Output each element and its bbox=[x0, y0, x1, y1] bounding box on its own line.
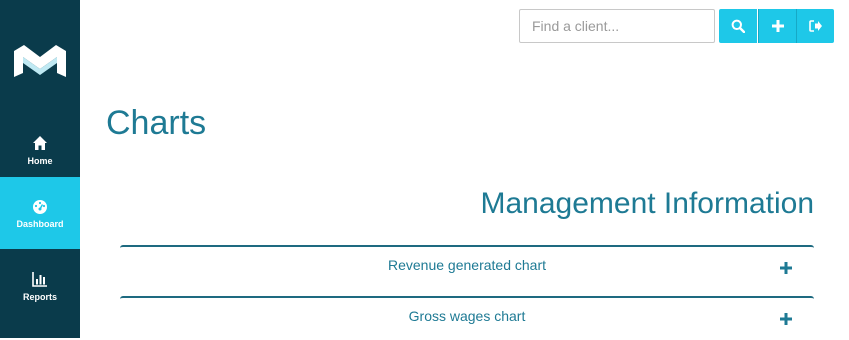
search-icon bbox=[731, 19, 745, 33]
sidebar: Home Dashboard Reports bbox=[0, 0, 80, 338]
sidebar-item-label: Home bbox=[27, 155, 53, 166]
logout-icon bbox=[809, 20, 822, 32]
revenue-chart-panel[interactable]: Revenue generated chart bbox=[120, 245, 814, 289]
logo-icon bbox=[14, 45, 66, 77]
dashboard-icon bbox=[33, 199, 47, 214]
sidebar-item-reports[interactable]: Reports bbox=[0, 250, 80, 322]
panel-title: Gross wages chart bbox=[408, 308, 526, 324]
plus-icon bbox=[771, 20, 784, 32]
search-button[interactable] bbox=[719, 9, 757, 43]
sidebar-item-label: Dashboard bbox=[16, 218, 64, 229]
panel-title: Revenue generated chart bbox=[388, 257, 546, 273]
section-title: Management Information bbox=[480, 187, 814, 220]
sidebar-item-label: Reports bbox=[22, 291, 57, 302]
gross-wages-chart-panel[interactable]: Gross wages chart bbox=[120, 296, 814, 340]
page-title: Charts bbox=[106, 104, 207, 142]
sidebar-item-dashboard[interactable]: Dashboard bbox=[0, 177, 80, 249]
sidebar-item-home[interactable]: Home bbox=[0, 114, 80, 186]
add-client-button[interactable] bbox=[758, 9, 796, 43]
bar-chart-icon bbox=[32, 271, 47, 287]
search-input[interactable] bbox=[519, 9, 715, 43]
plus-icon[interactable] bbox=[780, 313, 792, 325]
home-icon bbox=[33, 135, 47, 150]
logout-button[interactable] bbox=[796, 9, 834, 43]
plus-icon[interactable] bbox=[780, 262, 792, 274]
